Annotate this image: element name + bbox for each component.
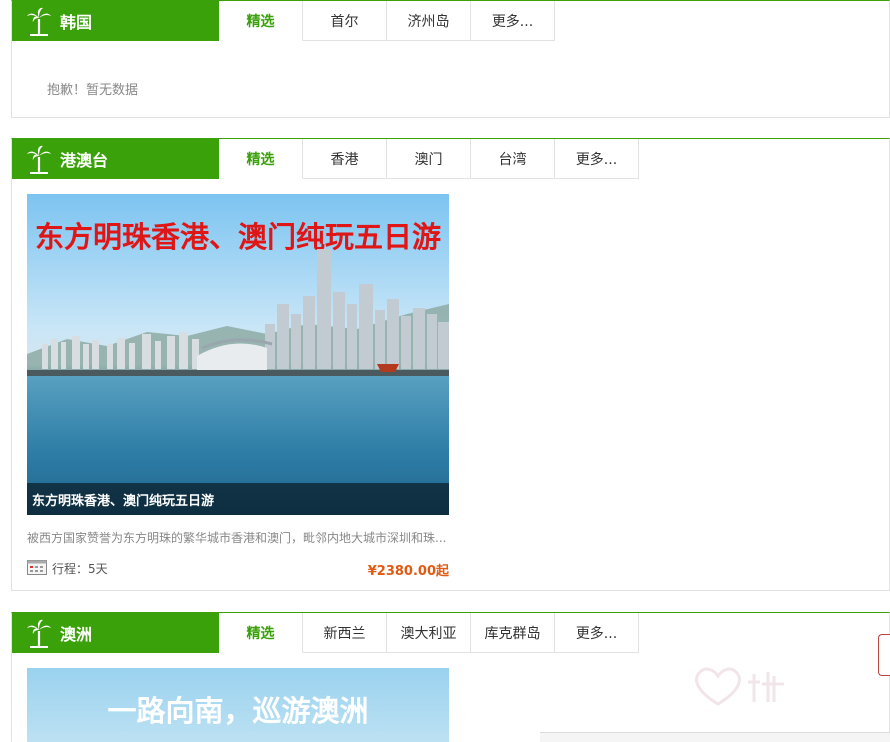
side-float-tab[interactable] — [878, 634, 890, 676]
section-korea: 韩国 精选 首尔 济州岛 更多... 抱歉！暂无数据 — [11, 0, 890, 118]
bottom-toolbar — [540, 732, 890, 742]
tab-cook-islands[interactable]: 库克群岛 — [471, 613, 555, 653]
tour-description: 被西方国家赞誉为东方明珠的繁华城市香港和澳门，毗邻内地大城市深圳和珠... — [27, 531, 447, 545]
tab-featured[interactable]: 精选 — [219, 1, 303, 41]
tab-bar: 精选 首尔 济州岛 更多... — [219, 1, 555, 42]
tour-price: ¥2380.00起 — [367, 564, 449, 579]
tab-new-zealand[interactable]: 新西兰 — [303, 613, 387, 653]
calendar-icon — [27, 560, 47, 575]
section-hk-macau-taiwan: 港澳台 精选 香港 澳门 台湾 更多... 东方明珠香港、澳门纯玩五日游 东方明… — [11, 138, 890, 591]
tour-card[interactable]: 东方明珠香港、澳门纯玩五日游 东方明珠香港、澳门纯玩五日游 被西方国家赞誉为东方… — [27, 194, 449, 579]
tab-featured[interactable]: 精选 — [219, 613, 303, 653]
section-header: 港澳台 精选 香港 澳门 台湾 更多... — [12, 139, 889, 180]
section-title: 韩国 — [60, 13, 93, 32]
image-caption: 东方明珠香港、澳门纯玩五日游 — [27, 483, 449, 515]
tour-image[interactable]: 一路向南，巡游澳洲 — [27, 668, 449, 742]
tab-taiwan[interactable]: 台湾 — [471, 139, 555, 179]
tab-jeju[interactable]: 济州岛 — [387, 1, 471, 41]
tour-image[interactable]: 东方明珠香港、澳门纯玩五日游 东方明珠香港、澳门纯玩五日游 — [27, 194, 449, 515]
city-skyline-illustration — [27, 249, 449, 376]
section-header: 澳洲 精选 新西兰 澳大利亚 库克群岛 更多... — [12, 613, 889, 654]
tab-macau[interactable]: 澳门 — [387, 139, 471, 179]
section-title: 港澳台 — [60, 151, 109, 170]
palm-tree-icon — [27, 7, 51, 36]
section-title-bar: 澳洲 — [12, 613, 219, 653]
tab-bar: 精选 香港 澳门 台湾 更多... — [219, 139, 639, 180]
tab-more[interactable]: 更多... — [555, 613, 639, 653]
watermark-logo — [695, 667, 784, 706]
tab-more[interactable]: 更多... — [471, 1, 555, 41]
tour-meta: 行程：5天 ¥2380.00起 — [27, 558, 449, 579]
section-title-bar: 韩国 — [12, 1, 219, 41]
section-header: 韩国 精选 首尔 济州岛 更多... — [12, 1, 889, 42]
empty-message: 抱歉！暂无数据 — [47, 83, 139, 98]
tab-bar: 精选 新西兰 澳大利亚 库克群岛 更多... — [219, 613, 639, 654]
tab-australia[interactable]: 澳大利亚 — [387, 613, 471, 653]
palm-tree-icon — [27, 145, 51, 174]
tour-duration: 行程：5天 — [52, 562, 108, 576]
section-title-bar: 港澳台 — [12, 139, 219, 179]
tab-more[interactable]: 更多... — [555, 139, 639, 179]
section-title: 澳洲 — [60, 625, 93, 644]
tab-hong-kong[interactable]: 香港 — [303, 139, 387, 179]
tab-seoul[interactable]: 首尔 — [303, 1, 387, 41]
image-headline: 一路向南，巡游澳洲 — [107, 694, 369, 728]
palm-tree-icon — [27, 619, 51, 648]
tab-featured[interactable]: 精选 — [219, 139, 303, 179]
